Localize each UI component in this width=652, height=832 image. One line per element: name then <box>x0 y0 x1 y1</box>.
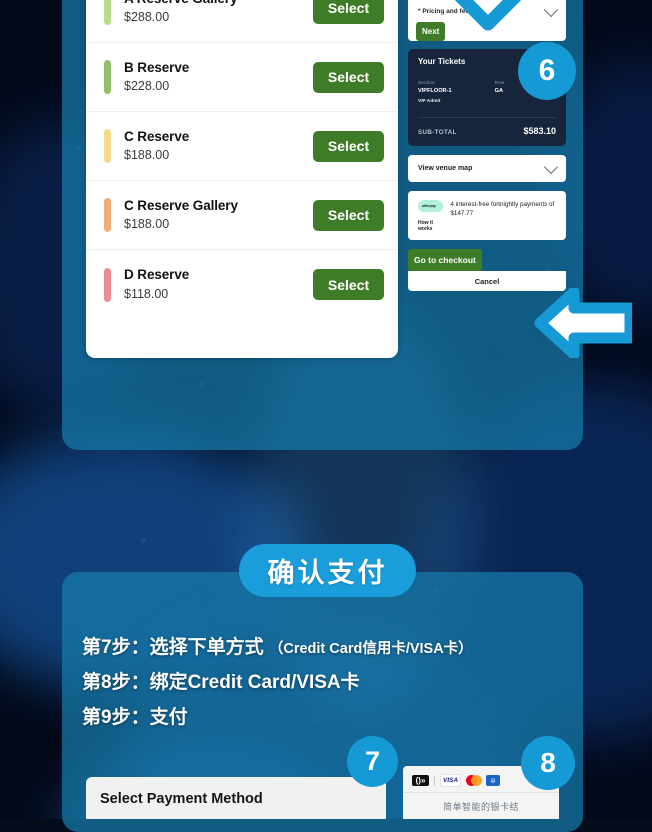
chevron-down-icon <box>543 159 559 174</box>
view-venue-map-row[interactable]: View venue map <box>408 155 566 182</box>
ticket-tier-name: C Reserve Gallery <box>124 197 238 213</box>
table-row[interactable]: A Reserve Gallery $288.00 Select <box>86 0 398 43</box>
your-tickets-title: Your Tickets <box>418 57 466 66</box>
step-badge-8: 8 <box>521 736 575 790</box>
list-item: 第9步：支付 <box>82 702 473 729</box>
price-swatch <box>104 0 111 25</box>
card-caption: 简单智能的银卡结 <box>442 802 519 812</box>
ticket-price: $288.00 <box>124 10 170 25</box>
step-main-text: 第9步：支付 <box>82 707 188 728</box>
visa-icon: VISA <box>440 774 461 787</box>
afterpay-logo: afterpay <box>418 200 444 212</box>
mastercard-icon <box>466 775 482 786</box>
select-button[interactable]: Select <box>313 130 384 162</box>
select-payment-method-card: Select Payment Method <box>86 777 386 819</box>
subtotal-value: $583.10 <box>523 126 556 136</box>
ticket-tier-name: C Reserve <box>124 128 190 144</box>
ticket-price: $118.00 <box>124 286 169 301</box>
divider <box>418 117 556 118</box>
list-item: 第7步：选择下单方式 （Credit Card信用卡/VISA卡） <box>82 632 473 659</box>
step-note-text: （Credit Card信用卡/VISA卡） <box>268 641 473 657</box>
price-swatch <box>104 60 111 94</box>
page-title: Select Payment Method <box>100 791 263 807</box>
price-swatch <box>104 129 111 163</box>
table-row[interactable]: D Reserve $118.00 Select <box>86 250 398 319</box>
column-header-section: Section <box>418 80 435 85</box>
list-item: 第8步：绑定Credit Card/VISA卡 <box>82 667 473 694</box>
ticket-price: $188.00 <box>124 217 170 232</box>
table-row[interactable]: B Reserve $228.00 Select <box>86 43 398 112</box>
select-button[interactable]: Select <box>313 0 384 24</box>
select-button[interactable]: Select <box>313 61 384 93</box>
chevron-down-icon <box>543 2 559 17</box>
table-row[interactable]: C Reserve Gallery $188.00 Select <box>86 181 398 250</box>
table-row[interactable]: C Reserve $188.00 Select <box>86 112 398 181</box>
price-swatch <box>104 198 111 232</box>
section-title-pill: 确认支付 <box>239 544 416 597</box>
select-button[interactable]: Select <box>313 269 384 300</box>
ticket-tier-name: D Reserve <box>124 267 190 283</box>
step-instructions: 第7步：选择下单方式 （Credit Card信用卡/VISA卡） 第8步：绑定… <box>82 632 473 737</box>
divider <box>434 775 435 786</box>
cell-section: VIPFLOOR-1 <box>418 88 452 94</box>
view-venue-map-label: View venue map <box>418 165 473 172</box>
step-badge-6: 6 <box>518 42 576 100</box>
go-to-checkout-button[interactable]: Go to checkout <box>408 249 482 271</box>
left-arrow-annotation <box>534 286 636 360</box>
subtotal-label: SUB-TOTAL <box>418 129 457 136</box>
card-icon: ▤ <box>486 775 500 786</box>
step-main-text: 第8步：绑定Credit Card/VISA卡 <box>82 672 360 693</box>
afterpay-block: afterpay How it works 4 interest-free fo… <box>408 191 566 240</box>
step-badge-7: 7 <box>347 736 398 787</box>
select-button[interactable]: Select <box>313 199 384 231</box>
ticket-price: $228.00 <box>124 79 170 94</box>
next-button[interactable]: Next <box>416 22 446 41</box>
ticket-tier-name: A Reserve Gallery <box>124 0 313 7</box>
afterpay-description: 4 interest-free fortnightly payments of … <box>450 201 555 218</box>
price-swatch <box>104 267 111 302</box>
ticket-price: $188.00 <box>124 148 170 163</box>
step-main-text: 第7步：选择下单方式 <box>82 637 264 658</box>
afterpay-how-it-works-link[interactable]: How it works <box>418 220 443 232</box>
ticket-tier-name: B Reserve <box>124 59 190 75</box>
cell-ticket-type: VIP Admit <box>418 99 441 104</box>
down-arrow-annotation <box>446 0 530 40</box>
amex-icon: ()» <box>412 775 429 786</box>
ticket-list-card: A Reserve Gallery $288.00 Select B Reser… <box>86 0 398 358</box>
divider <box>403 792 559 793</box>
